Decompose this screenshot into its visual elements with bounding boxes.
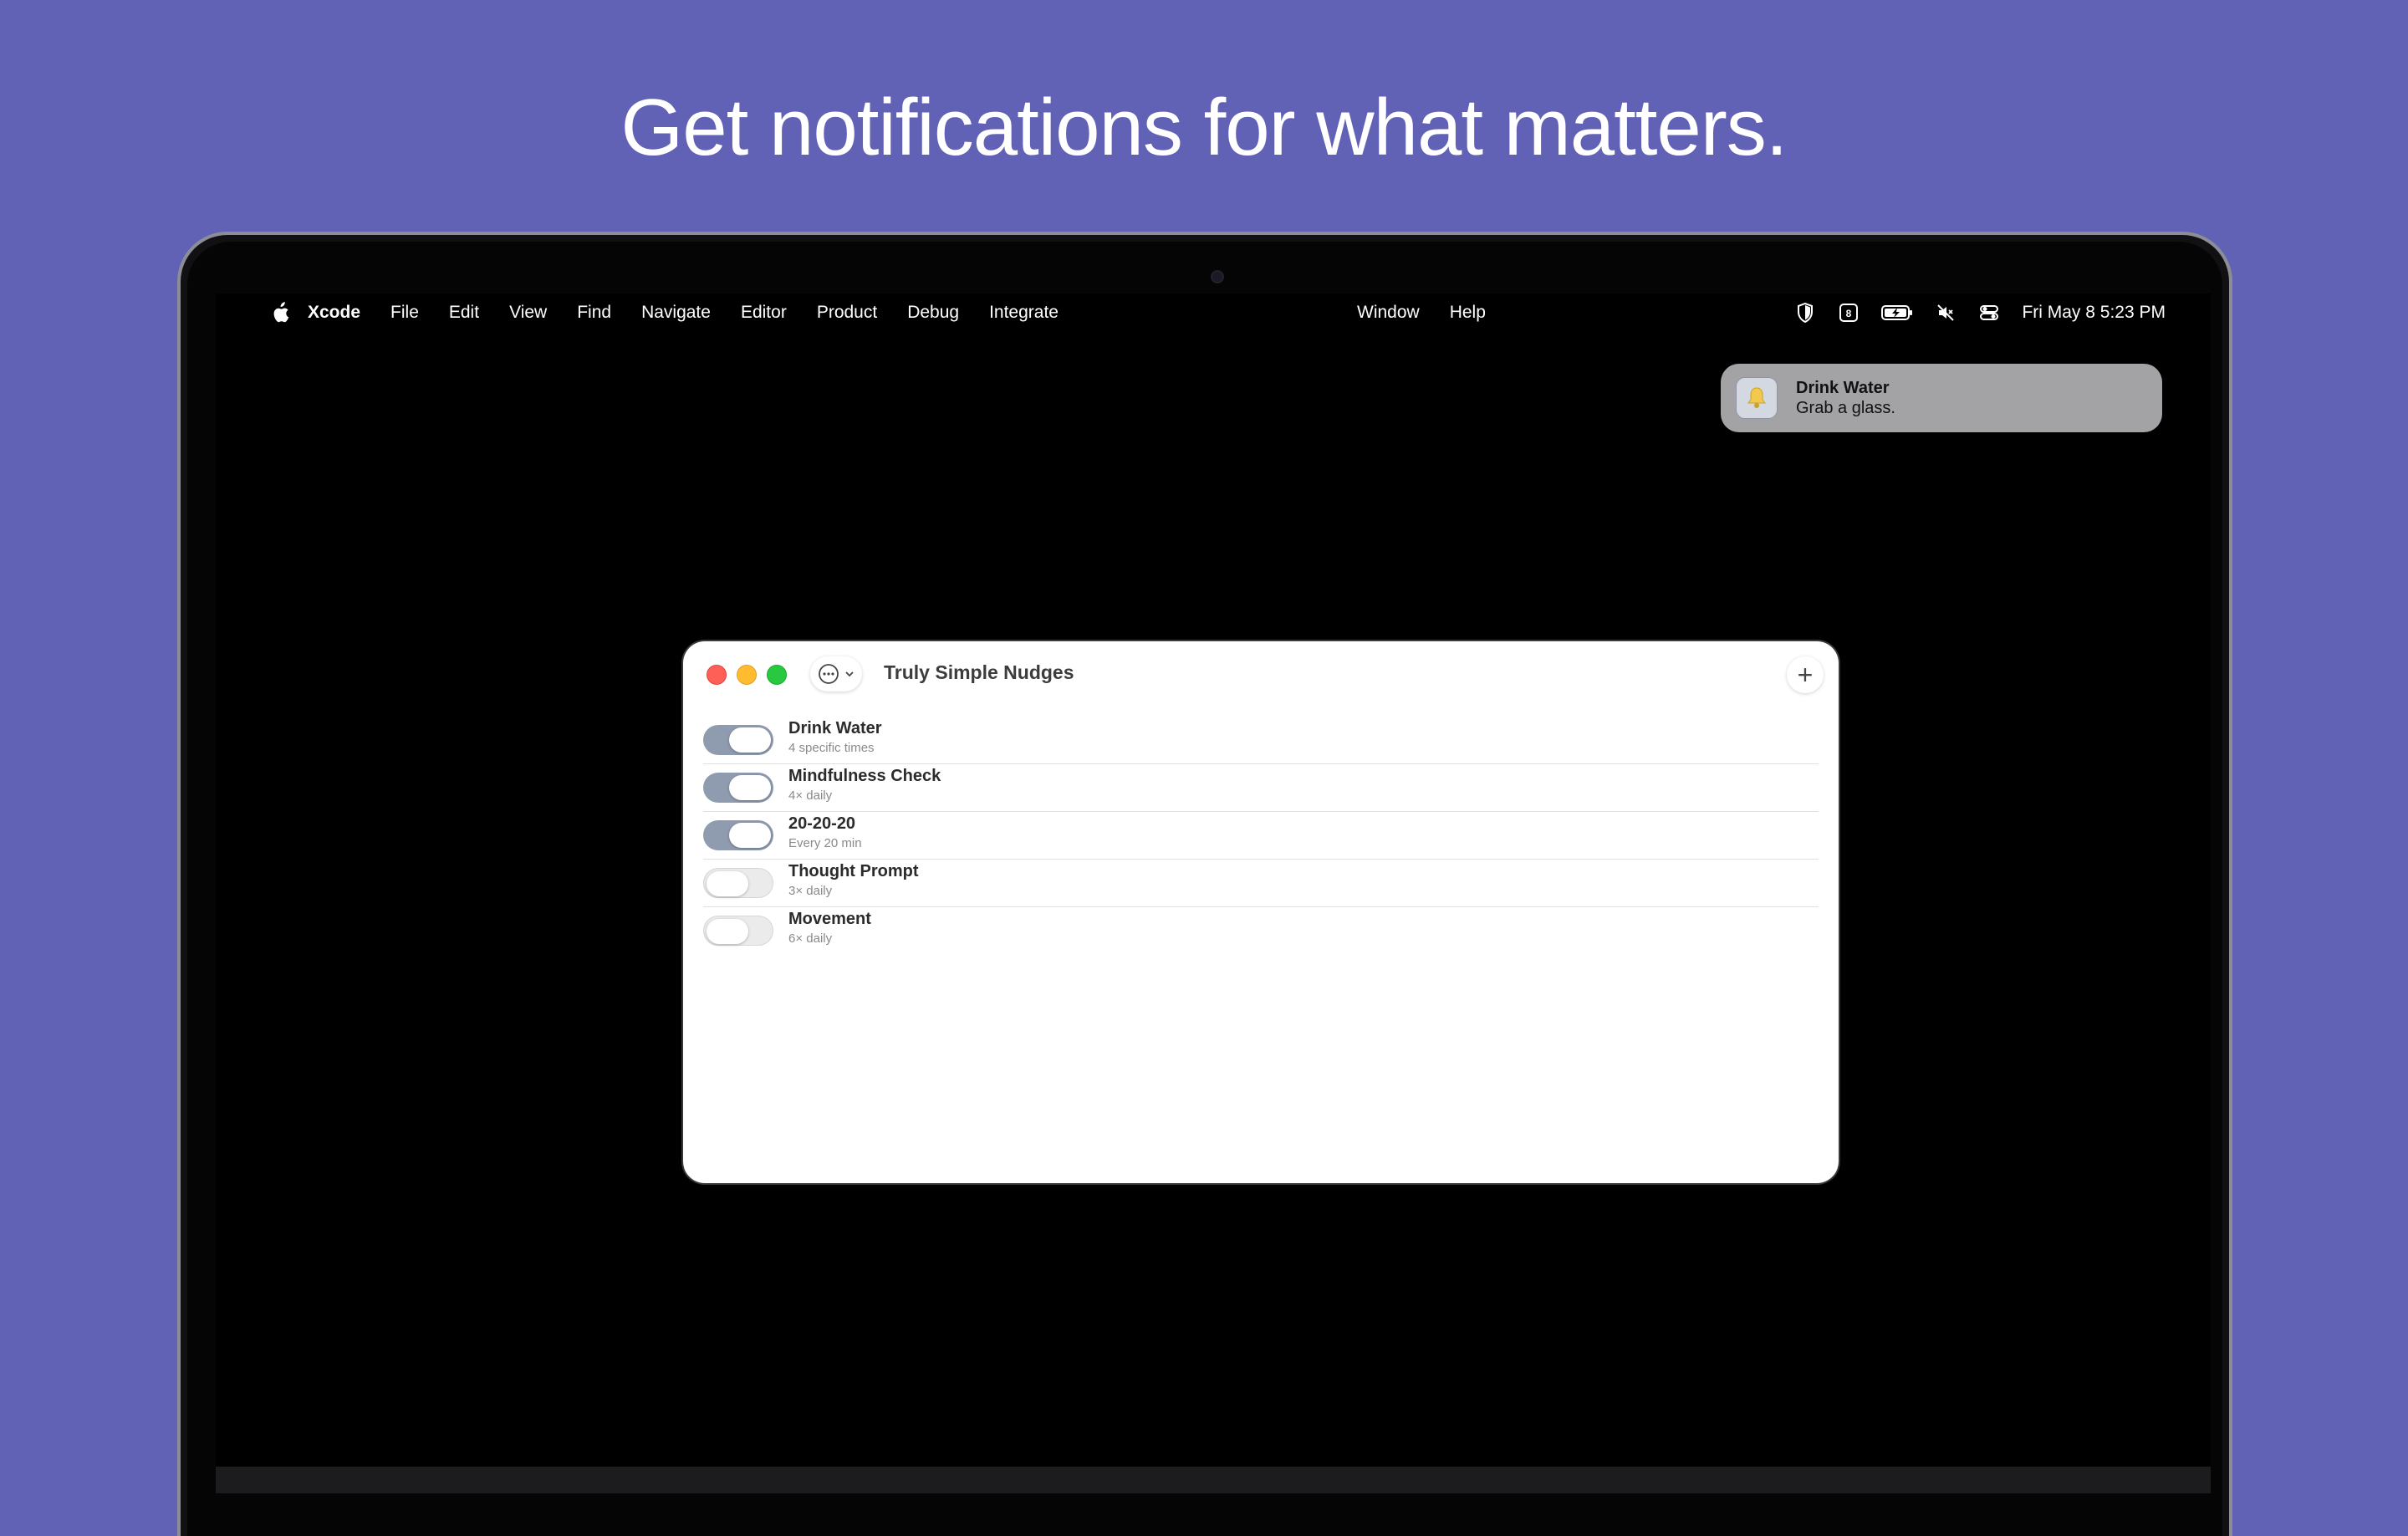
- menu-debug[interactable]: Debug: [907, 303, 959, 323]
- window-zoom-button[interactable]: [767, 665, 787, 685]
- nudge-toggle[interactable]: [703, 916, 773, 946]
- toggle-knob: [729, 823, 771, 848]
- nudge-toggle[interactable]: [703, 820, 773, 850]
- window-minimize-button[interactable]: [737, 665, 757, 685]
- notification-banner[interactable]: Drink Water Grab a glass.: [1721, 364, 2162, 432]
- battery-charging-icon[interactable]: [1881, 302, 1913, 324]
- control-center-icon[interactable]: [1978, 302, 2000, 324]
- nudge-name: Drink Water: [788, 719, 882, 737]
- nudge-name: Mindfulness Check: [788, 767, 941, 785]
- window-title: Truly Simple Nudges: [884, 661, 1074, 683]
- nudge-name: 20-20-20: [788, 814, 856, 833]
- headline: Get notifications for what matters.: [620, 83, 1788, 172]
- nudge-text: Thought Prompt 3× daily: [788, 860, 919, 900]
- nudge-schedule: 4 specific times: [788, 741, 875, 755]
- nudge-row[interactable]: 20-20-20 Every 20 min: [703, 812, 1819, 860]
- menu-integrate[interactable]: Integrate: [989, 303, 1059, 323]
- menu-edit[interactable]: Edit: [449, 303, 479, 323]
- nudge-row[interactable]: Movement 6× daily: [703, 907, 1819, 954]
- menu-view[interactable]: View: [509, 303, 547, 323]
- notification-title: Drink Water: [1796, 379, 1890, 397]
- nudge-row[interactable]: Mindfulness Check 4× daily: [703, 764, 1819, 812]
- nudge-schedule: 3× daily: [788, 884, 833, 898]
- mute-icon[interactable]: [1935, 302, 1956, 324]
- desktop-screen: Xcode File Edit View Find Navigate Edito…: [216, 293, 2211, 1493]
- nudge-toggle[interactable]: [703, 773, 773, 803]
- bell-icon: [1736, 377, 1778, 419]
- chevron-down-icon: [845, 671, 854, 677]
- camera-icon: [1211, 270, 1224, 283]
- nudge-text: Movement 6× daily: [788, 907, 871, 947]
- menu-editor[interactable]: Editor: [741, 303, 787, 323]
- nudge-list: Drink Water 4 specific times Mindfulness…: [703, 717, 1819, 954]
- screen-bottom-edge: [216, 1467, 2211, 1493]
- nudge-name: Movement: [788, 910, 871, 928]
- window-close-button[interactable]: [707, 665, 727, 685]
- nudge-row[interactable]: Thought Prompt 3× daily: [703, 860, 1819, 907]
- nudge-row[interactable]: Drink Water 4 specific times: [703, 717, 1819, 764]
- ellipsis-circle-icon: [819, 664, 839, 684]
- toggle-knob: [707, 919, 748, 944]
- laptop-bezel: Xcode File Edit View Find Navigate Edito…: [187, 242, 2222, 1536]
- menu-navigate[interactable]: Navigate: [641, 303, 711, 323]
- nudge-schedule: 4× daily: [788, 788, 833, 803]
- shield-icon[interactable]: [1794, 302, 1816, 324]
- menu-window[interactable]: Window: [1357, 303, 1420, 323]
- nudge-schedule: Every 20 min: [788, 836, 862, 850]
- app-window: Truly Simple Nudges + Drink Water 4 spec…: [683, 641, 1839, 1183]
- apple-logo-icon[interactable]: [271, 302, 289, 324]
- toggle-knob: [707, 871, 748, 896]
- notification-body: Grab a glass.: [1796, 399, 1895, 417]
- nudge-schedule: 6× daily: [788, 931, 833, 946]
- status-area: 8 Fri May 8 5:23 PM: [1794, 293, 2166, 332]
- menu-clock[interactable]: Fri May 8 5:23 PM: [2022, 303, 2166, 323]
- nudge-toggle[interactable]: [703, 725, 773, 755]
- add-nudge-button[interactable]: +: [1787, 656, 1824, 693]
- toggle-knob: [729, 727, 771, 753]
- menu-app-name[interactable]: Xcode: [308, 303, 360, 323]
- menu-bar: Xcode File Edit View Find Navigate Edito…: [216, 293, 2211, 332]
- menu-center-items: Window Help: [1357, 303, 1516, 323]
- menu-product[interactable]: Product: [817, 303, 877, 323]
- calendar-badge-icon[interactable]: 8: [1838, 302, 1860, 324]
- laptop-frame: Xcode File Edit View Find Navigate Edito…: [177, 232, 2232, 1536]
- toggle-knob: [729, 775, 771, 800]
- more-menu-button[interactable]: [810, 656, 862, 691]
- menu-help[interactable]: Help: [1450, 303, 1486, 323]
- notification-text: Drink Water Grab a glass.: [1796, 378, 1895, 418]
- nudge-text: Mindfulness Check 4× daily: [788, 764, 941, 804]
- window-titlebar: Truly Simple Nudges +: [683, 641, 1839, 703]
- nudge-toggle[interactable]: [703, 868, 773, 898]
- menu-find[interactable]: Find: [577, 303, 611, 323]
- menu-items: Xcode File Edit View Find Navigate Edito…: [308, 303, 1089, 323]
- calendar-badge-number: 8: [1846, 308, 1852, 319]
- nudge-name: Thought Prompt: [788, 862, 919, 880]
- menu-file[interactable]: File: [390, 303, 419, 323]
- nudge-text: 20-20-20 Every 20 min: [788, 812, 862, 852]
- nudge-text: Drink Water 4 specific times: [788, 717, 882, 757]
